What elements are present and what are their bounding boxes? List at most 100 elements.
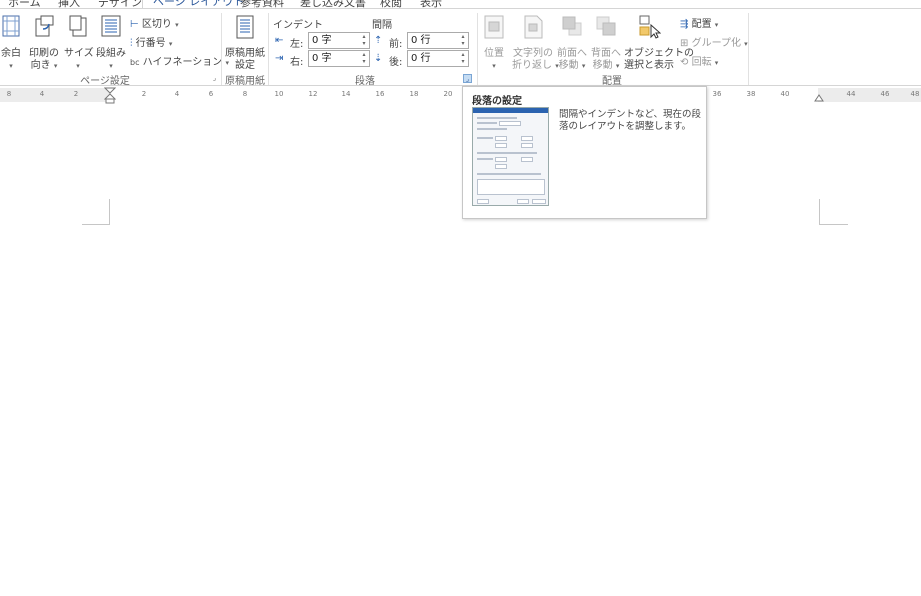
bring-forward-label-2: 移動 ▾ [558,60,586,71]
send-backward-label-1: 背面へ [591,48,621,59]
manuscript-label-1: 原稿用紙 [225,48,265,59]
ruler-tick-label: 36 [712,90,722,98]
send-backward-button[interactable]: 背面へ 移動 ▾ [590,15,622,72]
chevron-down-icon: ▾ [714,59,719,67]
chevron-down-icon: ▾ [76,62,80,70]
bring-forward-button[interactable]: 前面へ 移動 ▾ [556,15,588,72]
paragraph-settings-tooltip: 段落の設定 間隔やインデントなど、現在の段落のレイアウトを調整します。 [462,86,707,219]
spacing-after-input[interactable]: 0 行 ▴ ▾ [407,50,469,67]
line-numbers-icon: ⫶ [130,38,133,49]
spacing-before-label: 前: [389,39,403,50]
columns-button[interactable]: 段組み ▾ [95,15,127,72]
spacing-after-icon: ⇣ [374,53,383,64]
indent-marker-icon[interactable] [104,87,116,104]
ruler-tick-label: 16 [375,90,385,98]
spin-arrows-icon[interactable]: ▴ ▾ [459,51,467,66]
ruler-tick-label: 14 [341,90,351,98]
rotate-label: 回転 [691,57,712,68]
rotate-button[interactable]: ⟲ 回転 ▾ [680,53,718,68]
margins-icon [2,15,20,37]
indent-right-label: 右: [290,57,304,68]
chevron-down-icon: ▾ [714,21,719,29]
manuscript-settings-button[interactable]: 原稿用紙 設定 [224,15,266,72]
group-objects-label: グループ化 [691,38,741,49]
spin-arrows-icon[interactable]: ▴ ▾ [360,33,368,48]
selection-pane-icon [639,15,661,39]
chevron-down-icon: ▾ [168,40,173,48]
selection-pane-label-2: 選択と表示 [624,60,674,71]
spacing-header: 間隔 [372,20,392,31]
position-button[interactable]: 位置 ▾ [480,15,508,72]
orientation-label-2: 向き ▾ [30,60,58,71]
hyphenation-label: ハイフネーション [142,57,223,68]
indent-header: インデント [273,20,323,31]
ruler-tick-label: 4 [39,90,45,98]
breaks-button[interactable]: ⊢ 区切り ▾ [130,15,179,30]
size-label: サイズ [64,48,94,59]
columns-icon [101,15,121,37]
hyphenation-button[interactable]: bc ハイフネーション ▾ [130,53,229,68]
page-setup-dialog-launcher[interactable]: ⌟ [210,74,219,83]
orientation-icon [35,15,54,37]
indent-left-input[interactable]: 0 字 ▴ ▾ [308,32,370,49]
page-setup-group-label: ページ設定 [80,76,130,87]
orientation-button[interactable]: 印刷の 向き ▾ [28,15,60,72]
page-corner-mark-left [82,199,110,225]
ruler-tick-label: 20 [443,90,453,98]
ruler-tick-label: 10 [274,90,284,98]
ruler-tick-label: 18 [409,90,419,98]
spin-arrows-icon[interactable]: ▴ ▾ [360,51,368,66]
paragraph-dialog-launcher[interactable]: ⌟ [463,74,472,83]
orientation-label-1: 印刷の [29,48,59,59]
horizontal-ruler[interactable]: 8 4 2 2 4 6 8 10 12 14 16 18 20 36 38 40… [0,87,921,104]
paragraph-group-label: 段落 [355,76,375,87]
chevron-down-icon: ▾ [109,62,113,70]
ruler-tick-label: 46 [880,90,890,98]
indent-right-value: 0 字 [312,53,332,64]
wrap-text-button[interactable]: 文字列の 折り返し ▾ [512,15,559,72]
position-icon [484,15,504,39]
ruler-tick-label: 12 [308,90,318,98]
ruler-tick-label: 8 [242,90,248,98]
indent-right-icon: ⇥ [275,53,284,64]
line-numbers-label: 行番号 [135,38,166,49]
ruler-tick-label: 2 [141,90,147,98]
page-corner-mark-right [819,199,848,225]
ribbon: 余白 ▾ 印刷の 向き ▾ サイズ ▾ 段組み ▾ ⊢ 区切り ▾ ⫶ 行番号 … [0,8,921,87]
ruler-tick-label: 4 [174,90,180,98]
ruler-tick-label: 2 [73,90,79,98]
indent-right-input[interactable]: 0 字 ▴ ▾ [308,50,370,67]
spacing-before-icon: ⇡ [374,35,383,46]
ruler-tick-label: 38 [746,90,756,98]
align-button[interactable]: ⇶ 配置 ▾ [680,15,718,30]
wrap-text-label-2: 折り返し ▾ [512,60,559,71]
spacing-before-input[interactable]: 0 行 ▴ ▾ [407,32,469,49]
send-backward-label-2: 移動 ▾ [592,60,620,71]
spacing-after-label: 後: [389,57,403,68]
chevron-down-icon: ▾ [492,62,496,70]
wrap-text-label-1: 文字列の [513,48,553,59]
spin-arrows-icon[interactable]: ▴ ▾ [459,33,467,48]
rotate-icon: ⟲ [680,57,689,68]
selection-pane-button[interactable]: オブジェクトの 選択と表示 [624,15,694,72]
margins-label: 余白 [1,48,21,59]
selection-pane-label-1: オブジェクトの [624,48,694,59]
bring-forward-label-1: 前面へ [557,48,587,59]
group-divider [268,13,269,85]
margins-button[interactable]: 余白 ▾ [0,15,22,72]
line-numbers-button[interactable]: ⫶ 行番号 ▾ [130,34,172,49]
ruler-tick-label: 40 [780,90,790,98]
align-icon: ⇶ [680,19,689,30]
group-objects-button[interactable]: ⊞ グループ化 ▾ [680,34,748,49]
indent-left-label: 左: [290,39,304,50]
spacing-before-value: 0 行 [411,35,431,46]
right-indent-marker-icon[interactable] [814,92,824,102]
indent-left-icon: ⇤ [275,35,284,46]
ruler-tick-label: 44 [846,90,856,98]
tooltip-title: 段落の設定 [472,96,522,107]
group-divider [748,13,749,85]
hyphenation-icon: bc [130,58,140,67]
size-button[interactable]: サイズ ▾ [64,15,94,72]
breaks-icon: ⊢ [130,19,139,30]
ruler-tick-label: 6 [208,90,214,98]
